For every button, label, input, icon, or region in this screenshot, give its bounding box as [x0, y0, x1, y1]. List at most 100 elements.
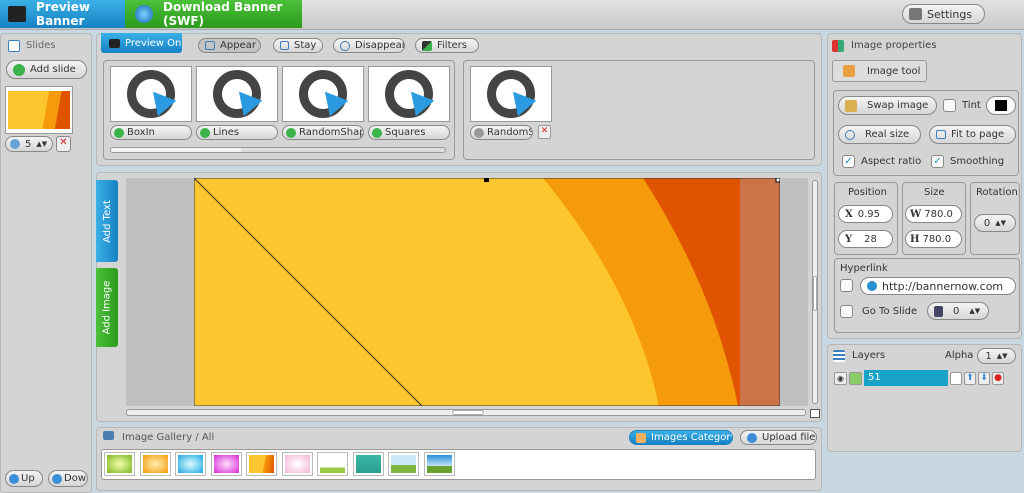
transition-thumbnail[interactable] [368, 66, 450, 122]
download-banner-button[interactable]: Download Banner (SWF) [125, 0, 302, 28]
slide-down-button[interactable]: Down [48, 470, 88, 487]
hyperlink-checkbox[interactable] [840, 279, 853, 292]
canvas-horizontal-scrollbar[interactable] [126, 409, 806, 416]
banner-salmon-band [740, 178, 780, 406]
add-image-tab[interactable]: Add Image [96, 268, 118, 347]
image-tool-button[interactable]: Image tool [832, 60, 927, 82]
tab-filters[interactable]: Filters [415, 38, 479, 53]
film-icon [934, 305, 943, 317]
gallery-image-green-burst[interactable] [104, 452, 135, 476]
slide-up-button[interactable]: Up [5, 470, 43, 487]
real-size-icon [845, 129, 855, 140]
globe-icon [867, 281, 877, 291]
go-to-slide-stepper[interactable]: 0 ▲▼ [927, 302, 989, 320]
add-slide-label: Add slide [30, 64, 76, 75]
url-field[interactable]: http://bannernow.com [860, 277, 1016, 295]
fit-canvas-icon[interactable] [810, 409, 820, 418]
stepper-arrows-icon: ▲▼ [996, 352, 1008, 360]
eye-icon[interactable]: ◉ [834, 371, 847, 385]
url-value: http://bannernow.com [882, 279, 1004, 293]
gallery-image-magenta-burst[interactable] [210, 452, 242, 476]
selected-transition-thumbnail[interactable] [470, 66, 552, 122]
tab-appear[interactable]: Appear [198, 38, 261, 53]
alpha-stepper[interactable]: 1 ▲▼ [977, 348, 1016, 364]
transition-label: Squares [385, 127, 426, 138]
banner-image[interactable] [194, 178, 780, 406]
add-text-tab[interactable]: Add Text [96, 180, 118, 262]
transition-thumbnail[interactable] [196, 66, 278, 122]
slides-icon [8, 40, 20, 52]
transition-label: BoxIn [127, 127, 155, 138]
transition-label: RandomSl [487, 127, 533, 138]
canvas-vertical-scrollbar[interactable] [812, 180, 818, 404]
up-label: Up [21, 473, 35, 484]
hyperlink-label: Hyperlink [840, 263, 888, 274]
resize-handle[interactable] [775, 178, 780, 183]
add-transition-button[interactable]: RandomShapes [282, 125, 364, 140]
transition-settings-button[interactable]: RandomSl [470, 125, 533, 140]
settings-label: Settings [927, 7, 973, 21]
disappear-label: Disappear [355, 40, 405, 51]
tab-disappear[interactable]: Disappear [333, 38, 405, 53]
layer-name[interactable]: 51 [864, 370, 948, 386]
tab-stay[interactable]: Stay [273, 38, 323, 53]
stepper-arrows-icon: ▲▼ [995, 219, 1007, 227]
slide-thumbnail[interactable] [5, 86, 73, 134]
aspect-ratio-checkbox[interactable]: ✓ [842, 155, 855, 168]
y-field[interactable]: Y 28 [838, 230, 893, 248]
move-down-icon[interactable]: ⬇ [978, 371, 990, 385]
gallery-image-cyan-burst[interactable] [175, 452, 206, 476]
move-up-icon[interactable]: ⬆ [964, 371, 976, 385]
arrow-up-icon [9, 473, 19, 484]
height-field[interactable]: H 780.0 [905, 230, 962, 248]
gallery-image-tree-teal[interactable] [352, 452, 384, 476]
remove-transition-button[interactable]: ✕ [538, 125, 551, 139]
rotation-label: Rotation [976, 187, 1018, 198]
layer-row[interactable]: ◉ 51 ⬆ ⬇ ● [834, 370, 1018, 386]
width-field[interactable]: W 780.0 [905, 205, 962, 223]
tint-checkbox[interactable] [943, 99, 956, 112]
upload-files-button[interactable]: Upload files [740, 430, 817, 445]
go-to-slide-label: Go To Slide [862, 306, 918, 317]
add-slide-button[interactable]: Add slide [6, 60, 87, 79]
scrollbar-thumb[interactable] [813, 276, 817, 311]
preview-on-button[interactable]: Preview On [101, 33, 182, 53]
duplicate-layer-icon[interactable] [950, 371, 962, 385]
preview-on-label: Preview On [125, 37, 182, 49]
transition-thumbnail[interactable] [282, 66, 364, 122]
delete-slide-button[interactable]: ✕ [56, 136, 71, 152]
transition-thumbnail[interactable] [110, 66, 192, 122]
delete-layer-icon[interactable]: ● [992, 371, 1004, 385]
scrollbar-thumb[interactable] [452, 410, 484, 415]
gallery-image-landscape-1[interactable] [388, 452, 419, 476]
gallery-image-orange-curves[interactable] [246, 452, 277, 476]
settings-button[interactable]: Settings [902, 4, 985, 24]
plus-icon [372, 127, 382, 138]
real-size-button[interactable]: Real size [838, 125, 921, 144]
x-field[interactable]: X 0.95 [838, 205, 893, 223]
gallery-image-tree-white[interactable] [317, 452, 348, 476]
images-category-dropdown[interactable]: Images Category▼ [629, 430, 733, 445]
tint-color-picker[interactable] [986, 96, 1016, 115]
gallery-image-orange-burst[interactable] [139, 452, 171, 476]
rotation-stepper[interactable]: 0 ▲▼ [974, 214, 1016, 232]
smoothing-checkbox[interactable]: ✓ [931, 155, 944, 168]
go-to-slide-value: 0 [953, 305, 960, 317]
preview-banner-button[interactable]: Preview Banner [0, 0, 125, 28]
slide-duration-stepper[interactable]: 5 ▲▼ [5, 136, 53, 152]
image-properties-icon [832, 40, 844, 52]
resize-handle[interactable] [484, 178, 489, 182]
images-category-label: Images Category [651, 432, 733, 443]
go-to-slide-checkbox[interactable] [840, 305, 853, 318]
scrollbar-thumb[interactable] [111, 148, 241, 152]
swap-image-button[interactable]: Swap image [838, 96, 937, 115]
gallery-image-pink-burst[interactable] [281, 452, 313, 476]
transitions-scrollbar[interactable] [110, 147, 446, 153]
add-transition-button[interactable]: Lines [196, 125, 278, 140]
rotation-value: 0 [983, 217, 991, 229]
fit-to-page-button[interactable]: Fit to page [929, 125, 1016, 144]
add-transition-button[interactable]: BoxIn [110, 125, 192, 140]
gallery-image-landscape-2[interactable] [423, 452, 455, 476]
add-transition-button[interactable]: Squares [368, 125, 450, 140]
smoothing-label: Smoothing [950, 156, 1005, 167]
